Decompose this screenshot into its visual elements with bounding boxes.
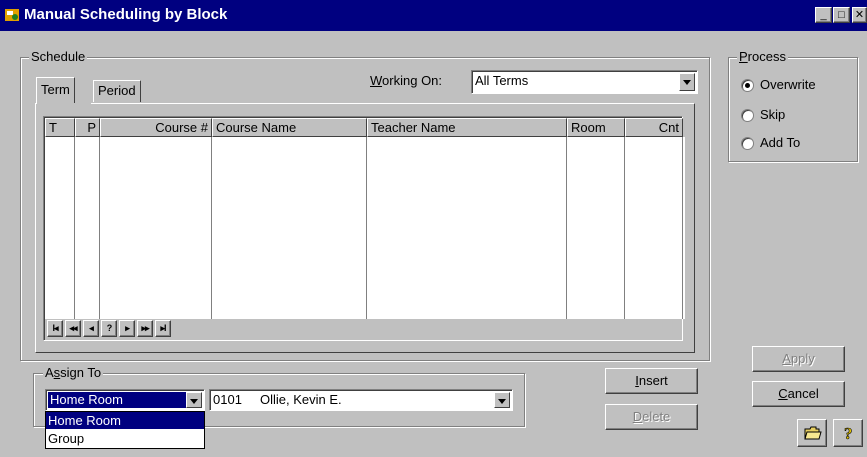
record-navigator: I◂ ◂◂ ◂ ? ▸ ▸▸ ▸I [47,320,227,337]
close-button[interactable]: ✕ [852,7,867,23]
radio-skip-indicator[interactable] [741,109,754,122]
folder-button[interactable] [797,419,827,447]
insert-button[interactable]: Insert [605,368,698,394]
radio-add-to[interactable]: Add To [741,135,851,153]
assign-to-group-label: Assign To [43,365,104,380]
minimize-button[interactable]: _ [815,7,832,23]
radio-skip[interactable]: Skip [741,107,851,125]
radio-overwrite-label: Overwrite [760,77,816,92]
last-record-button[interactable]: ▸I [155,320,171,337]
radio-add-to-indicator[interactable] [741,137,754,150]
column-header-course-name[interactable]: Course Name [212,118,367,137]
chevron-down-icon[interactable] [679,73,695,91]
apply-button[interactable]: Apply [752,346,845,372]
search-record-button[interactable]: ? [101,320,117,337]
help-question-icon: ? [844,424,853,442]
column-divider [366,137,367,319]
app-icon [5,9,19,21]
help-button[interactable]: ? [833,419,863,447]
column-header-term[interactable]: T [45,118,75,137]
schedule-group-label: Schedule [29,49,88,64]
process-group-label: Process [737,49,788,64]
tab-period[interactable]: Period [93,80,141,102]
column-header-count[interactable]: Cnt [625,118,683,137]
assign-target-select[interactable]: 0101 Ollie, Kevin E. [209,389,513,411]
folder-icon [804,426,822,440]
column-divider [99,137,100,319]
prev-page-button[interactable]: ◂◂ [65,320,81,337]
tab-term[interactable]: Term [36,77,75,104]
radio-skip-label: Skip [760,107,786,122]
column-divider [624,137,625,319]
next-page-button[interactable]: ▸▸ [137,320,153,337]
working-on-value: All Terms [475,73,529,88]
assign-type-value: Home Room [50,392,123,407]
schedule-grid[interactable]: T P Course # Course Name Teacher Name Ro… [43,116,685,341]
column-divider [566,137,567,319]
dropdown-option-group[interactable]: Group [46,430,204,447]
grid-body[interactable] [45,137,685,319]
title-bar[interactable]: Manual Scheduling by Block _ □ ✕ [0,0,867,31]
tab-period-label: Period [98,83,136,98]
working-on-select[interactable]: All Terms [471,70,698,94]
tab-term-label: Term [41,82,70,97]
column-header-course-number[interactable]: Course # [100,118,212,137]
working-on-label: Working On: [370,73,443,88]
delete-button[interactable]: Delete [605,404,698,430]
chevron-down-icon[interactable] [186,392,202,408]
radio-add-to-label: Add To [760,135,801,150]
next-record-button[interactable]: ▸ [119,320,135,337]
assign-type-dropdown-list: Home Room Group [45,411,205,449]
assign-target-value: 0101 Ollie, Kevin E. [213,392,342,407]
column-header-teacher-name[interactable]: Teacher Name [367,118,567,137]
assign-type-select[interactable]: Home Room [45,389,205,411]
first-record-button[interactable]: I◂ [47,320,63,337]
maximize-button[interactable]: □ [833,7,850,23]
chevron-down-icon[interactable] [494,392,510,408]
column-header-room[interactable]: Room [567,118,625,137]
svg-text:?: ? [844,424,853,442]
radio-overwrite[interactable]: Overwrite [741,77,851,95]
cancel-button[interactable]: Cancel [752,381,845,407]
window-title: Manual Scheduling by Block [24,6,228,23]
column-divider [682,137,683,319]
column-divider [211,137,212,319]
column-header-period[interactable]: P [75,118,100,137]
active-tab-join [37,103,91,105]
radio-overwrite-indicator[interactable] [741,79,754,92]
column-divider [74,137,75,319]
dropdown-option-home-room[interactable]: Home Room [46,412,204,429]
prev-record-button[interactable]: ◂ [83,320,99,337]
